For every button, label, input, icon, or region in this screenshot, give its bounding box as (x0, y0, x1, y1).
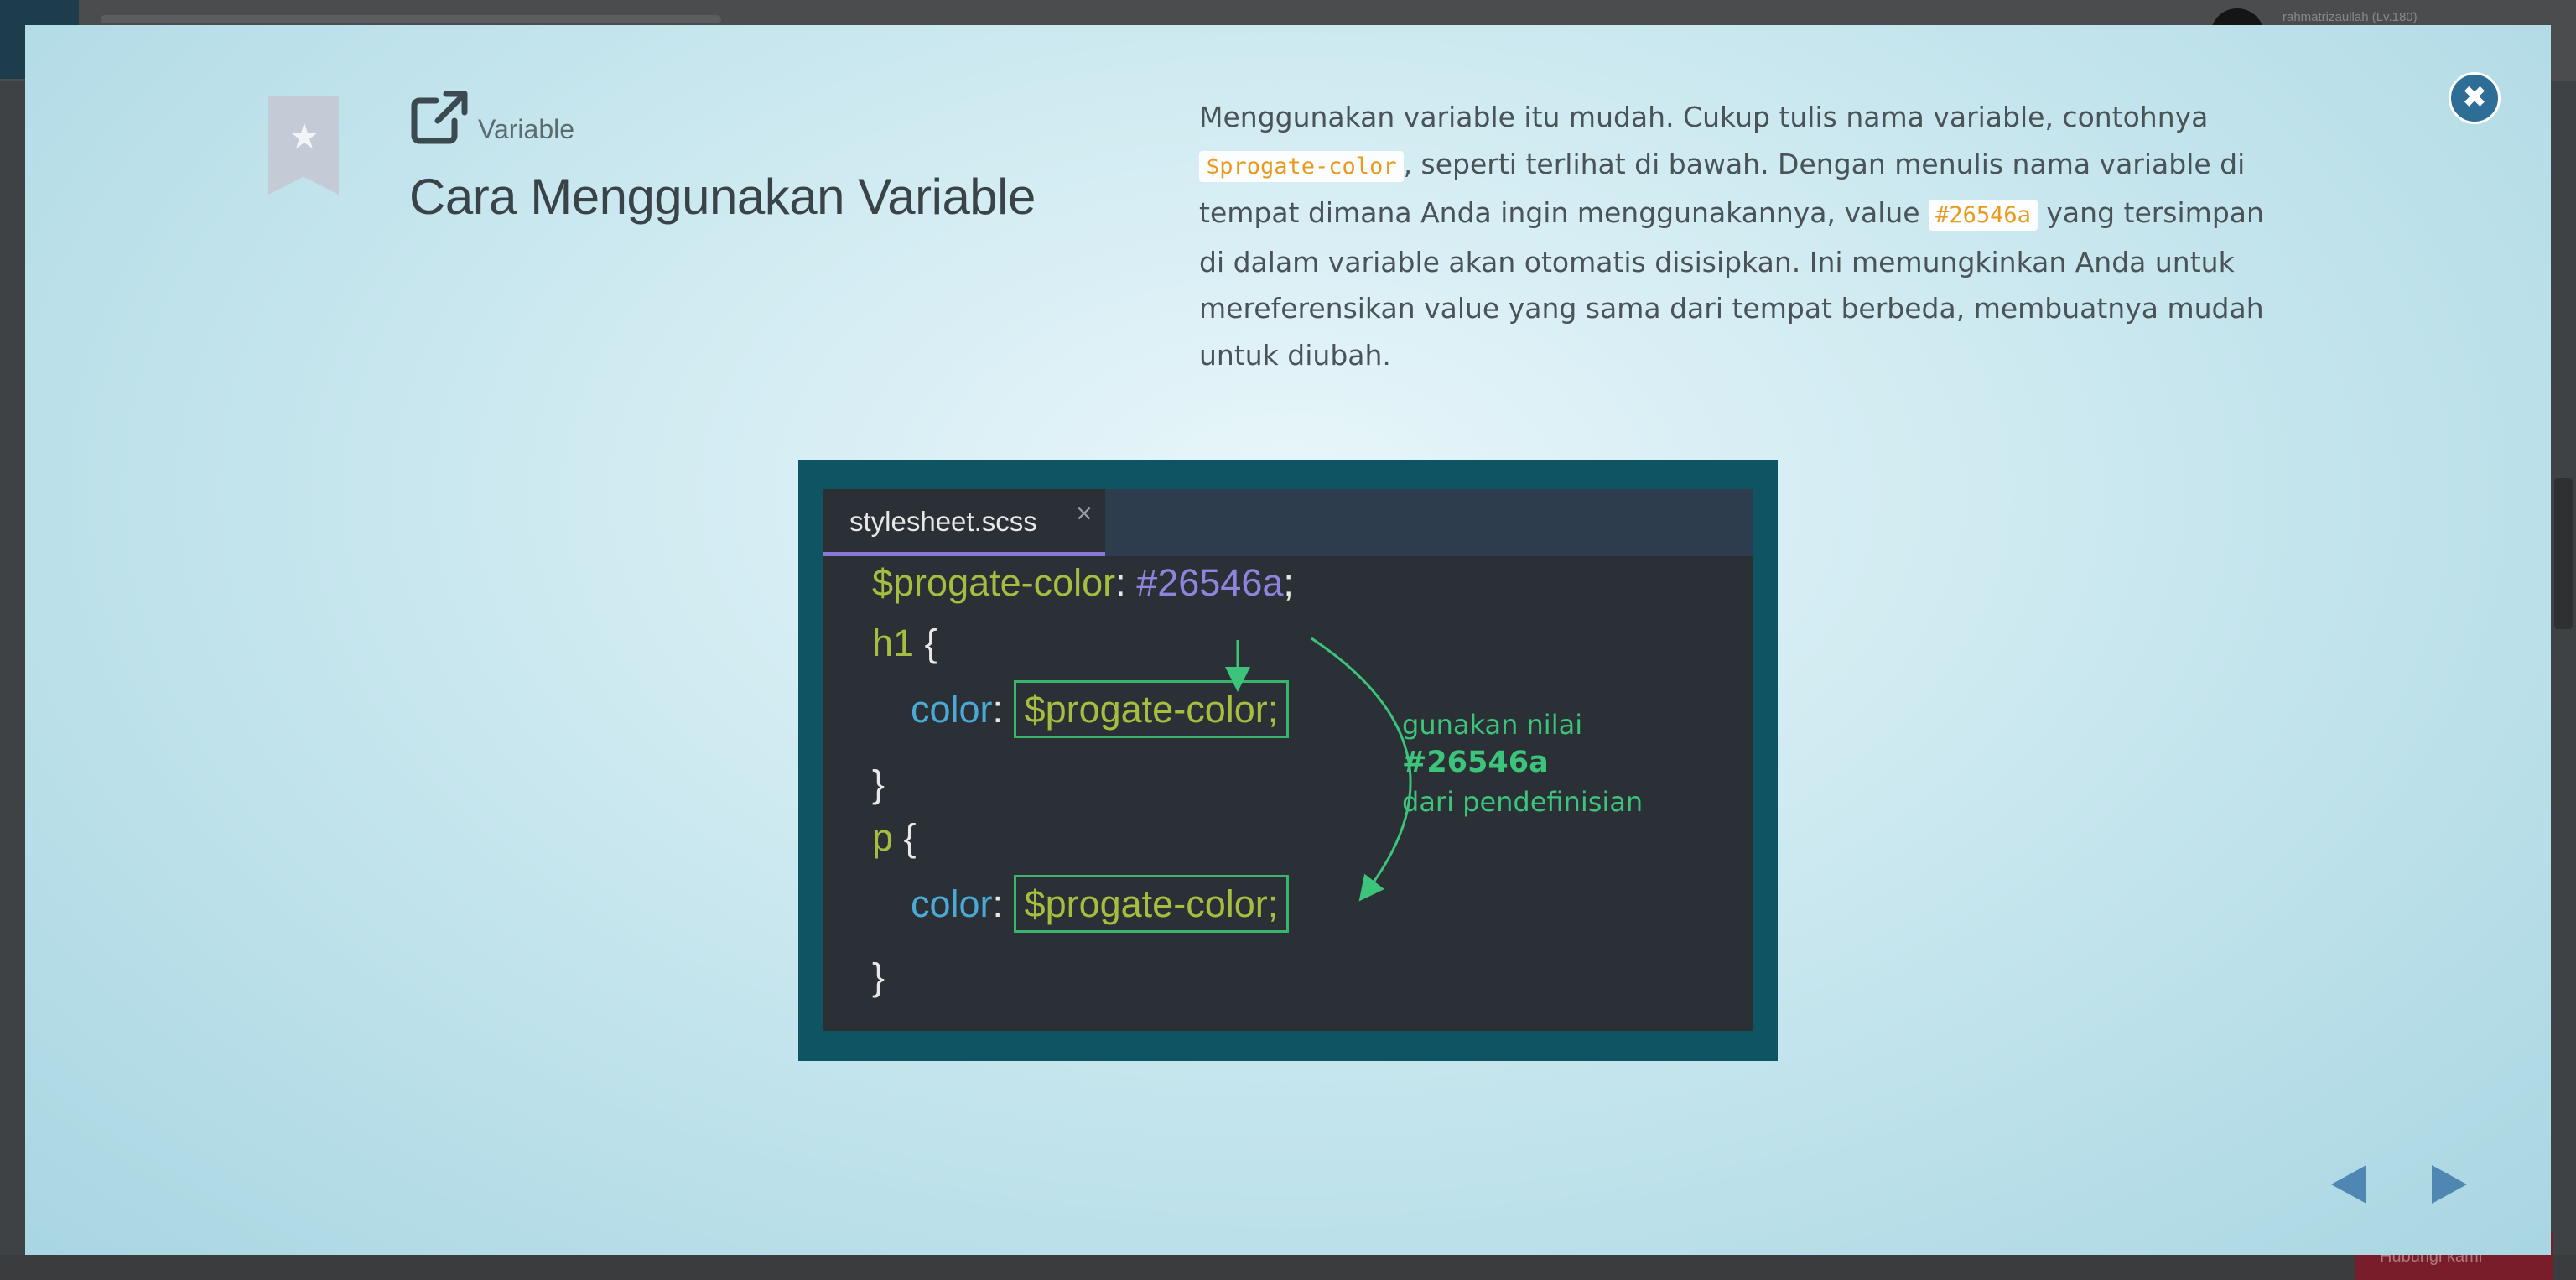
description-text: Menggunakan variable itu mudah. Cukup tu… (1199, 94, 2298, 378)
page-title: Cara Menggunakan Variable (409, 169, 1036, 225)
highlighted-variable-usage: $progate-color; (1013, 680, 1290, 738)
tab-close-icon: × (1075, 501, 1093, 526)
code-property: color (911, 688, 993, 731)
next-slide-button[interactable] (2428, 1162, 2470, 1207)
code-semicolon: ; (1283, 561, 1294, 604)
code-illustration: stylesheet.scss × $progate-color: #26546… (798, 460, 1778, 1061)
code-colon: : (992, 688, 1014, 731)
background-bottom-bar (0, 1255, 2576, 1280)
code-line-p-open: p { (872, 816, 917, 860)
highlighted-variable-usage: $progate-color; (1013, 875, 1290, 933)
inline-code-hex: #26546a (1929, 200, 2038, 231)
code-line-p-close: } (872, 955, 885, 999)
code-variable-name: $progate-color (872, 561, 1116, 604)
code-selector-p: p (872, 816, 894, 859)
triangle-right-icon (2432, 1165, 2467, 1204)
description-part1: Menggunakan variable itu mudah. Cukup tu… (1199, 101, 2209, 133)
code-line-h1-open: h1 { (872, 622, 937, 665)
bookmark-button[interactable]: ★ (268, 96, 339, 195)
arrow-to-p (1311, 637, 1412, 902)
close-icon: ✖ (2461, 81, 2488, 115)
code-brace: } (872, 955, 886, 998)
triangle-left-icon (2331, 1165, 2366, 1204)
code-brace: } (872, 762, 886, 805)
code-line-h1-color: color: $progate-color; (911, 680, 1290, 738)
code-line-h1-close: } (872, 762, 885, 806)
inline-code-variable: $progate-color (1199, 150, 1404, 182)
code-selector-h1: h1 (872, 622, 915, 664)
code-colon: : (1115, 561, 1137, 604)
code-editor: stylesheet.scss × $progate-color: #26546… (823, 489, 1753, 1031)
external-link-icon[interactable] (411, 89, 470, 144)
star-icon: ★ (288, 116, 320, 157)
annotation-line1: gunakan nilai (1402, 709, 1583, 741)
code-property: color (911, 882, 993, 925)
code-line-variable-definition: $progate-color: #26546a; (872, 561, 1294, 605)
code-brace: { (914, 622, 937, 664)
annotation-hex: #26546a (1402, 746, 1549, 779)
code-hex-value: #26546a (1136, 561, 1284, 604)
code-line-p-color: color: $progate-color; (911, 875, 1290, 933)
background-username: rahmatrizaullah (Lv.180) (2283, 10, 2418, 24)
category-label: Variable (478, 114, 575, 144)
file-tab: stylesheet.scss × (823, 489, 1105, 556)
annotation-line3: dari pendefinisian (1402, 786, 1644, 818)
code-brace: { (893, 816, 917, 859)
background-scrollbar (2554, 478, 2573, 629)
file-tab-label: stylesheet.scss (849, 506, 1037, 537)
slide-modal: ★ Variable Cara Menggunakan Variable Men… (25, 25, 2551, 1255)
close-button[interactable]: ✖ (2449, 72, 2501, 124)
background-search-bar (101, 15, 721, 23)
prev-slide-button[interactable] (2328, 1162, 2370, 1207)
code-colon: : (992, 882, 1014, 925)
